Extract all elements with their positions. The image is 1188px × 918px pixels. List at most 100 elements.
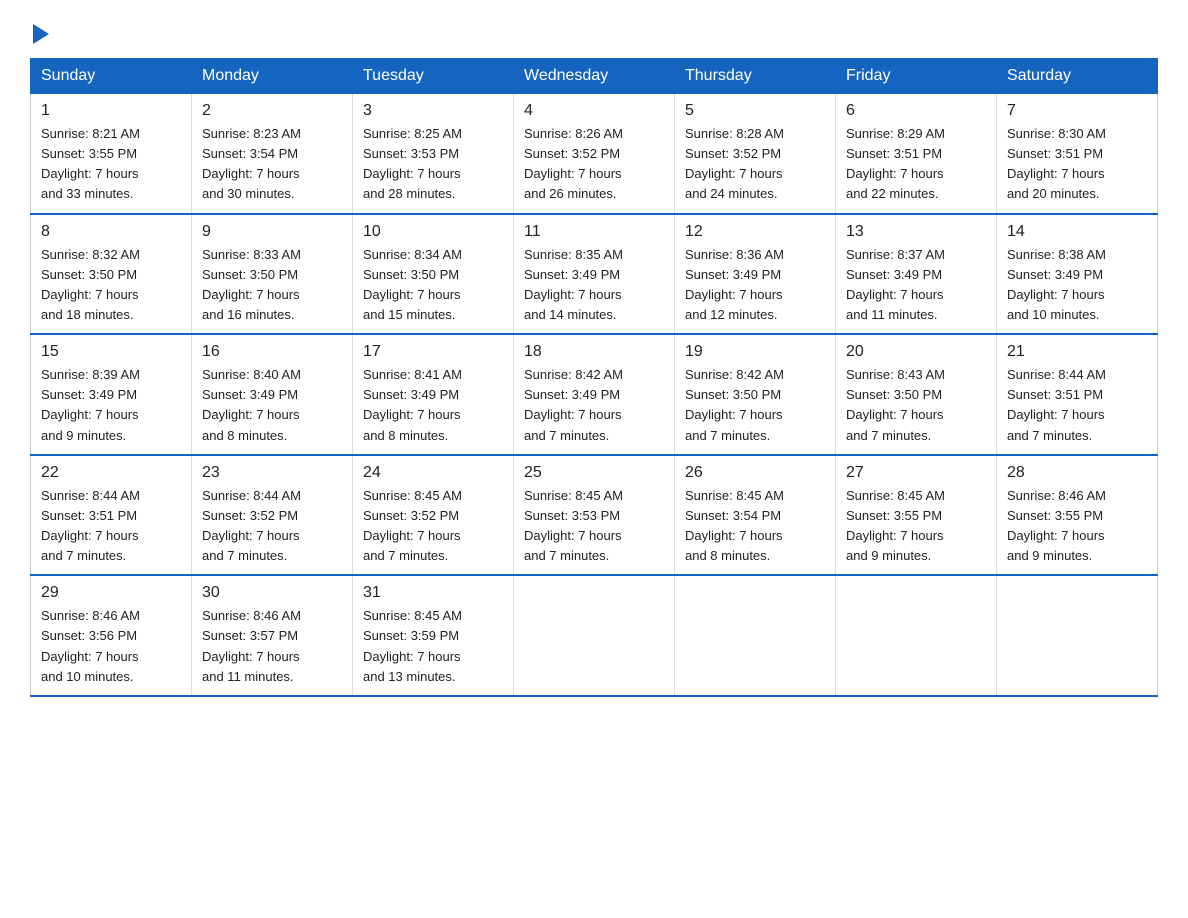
- calendar-table: SundayMondayTuesdayWednesdayThursdayFrid…: [30, 58, 1158, 697]
- day-cell: 6 Sunrise: 8:29 AMSunset: 3:51 PMDayligh…: [836, 94, 997, 214]
- day-cell: 17 Sunrise: 8:41 AMSunset: 3:49 PMDaylig…: [353, 334, 514, 455]
- day-number: 22: [41, 464, 181, 482]
- day-number: 6: [846, 102, 986, 120]
- day-number: 21: [1007, 343, 1147, 361]
- day-number: 16: [202, 343, 342, 361]
- day-cell: 9 Sunrise: 8:33 AMSunset: 3:50 PMDayligh…: [192, 214, 353, 335]
- day-number: 11: [524, 223, 664, 241]
- day-cell: 11 Sunrise: 8:35 AMSunset: 3:49 PMDaylig…: [514, 214, 675, 335]
- day-cell: 23 Sunrise: 8:44 AMSunset: 3:52 PMDaylig…: [192, 455, 353, 576]
- day-cell: 7 Sunrise: 8:30 AMSunset: 3:51 PMDayligh…: [997, 94, 1158, 214]
- day-info: Sunrise: 8:39 AMSunset: 3:49 PMDaylight:…: [41, 365, 181, 446]
- day-number: 26: [685, 464, 825, 482]
- day-info: Sunrise: 8:41 AMSunset: 3:49 PMDaylight:…: [363, 365, 503, 446]
- day-cell: 10 Sunrise: 8:34 AMSunset: 3:50 PMDaylig…: [353, 214, 514, 335]
- day-info: Sunrise: 8:45 AMSunset: 3:59 PMDaylight:…: [363, 606, 503, 687]
- day-number: 18: [524, 343, 664, 361]
- day-info: Sunrise: 8:29 AMSunset: 3:51 PMDaylight:…: [846, 124, 986, 205]
- day-cell: 30 Sunrise: 8:46 AMSunset: 3:57 PMDaylig…: [192, 575, 353, 696]
- day-cell: 31 Sunrise: 8:45 AMSunset: 3:59 PMDaylig…: [353, 575, 514, 696]
- day-info: Sunrise: 8:32 AMSunset: 3:50 PMDaylight:…: [41, 245, 181, 326]
- day-cell: 16 Sunrise: 8:40 AMSunset: 3:49 PMDaylig…: [192, 334, 353, 455]
- day-number: 4: [524, 102, 664, 120]
- day-cell: 18 Sunrise: 8:42 AMSunset: 3:49 PMDaylig…: [514, 334, 675, 455]
- day-header-thursday: Thursday: [675, 59, 836, 94]
- day-cell: 4 Sunrise: 8:26 AMSunset: 3:52 PMDayligh…: [514, 94, 675, 214]
- day-info: Sunrise: 8:35 AMSunset: 3:49 PMDaylight:…: [524, 245, 664, 326]
- day-number: 5: [685, 102, 825, 120]
- day-cell: 8 Sunrise: 8:32 AMSunset: 3:50 PMDayligh…: [31, 214, 192, 335]
- day-info: Sunrise: 8:46 AMSunset: 3:55 PMDaylight:…: [1007, 486, 1147, 567]
- day-info: Sunrise: 8:34 AMSunset: 3:50 PMDaylight:…: [363, 245, 503, 326]
- day-cell: 25 Sunrise: 8:45 AMSunset: 3:53 PMDaylig…: [514, 455, 675, 576]
- day-number: 20: [846, 343, 986, 361]
- day-info: Sunrise: 8:23 AMSunset: 3:54 PMDaylight:…: [202, 124, 342, 205]
- day-cell: [675, 575, 836, 696]
- day-header-row: SundayMondayTuesdayWednesdayThursdayFrid…: [31, 59, 1158, 94]
- week-row-3: 15 Sunrise: 8:39 AMSunset: 3:49 PMDaylig…: [31, 334, 1158, 455]
- day-info: Sunrise: 8:46 AMSunset: 3:56 PMDaylight:…: [41, 606, 181, 687]
- day-info: Sunrise: 8:30 AMSunset: 3:51 PMDaylight:…: [1007, 124, 1147, 205]
- day-info: Sunrise: 8:25 AMSunset: 3:53 PMDaylight:…: [363, 124, 503, 205]
- day-info: Sunrise: 8:28 AMSunset: 3:52 PMDaylight:…: [685, 124, 825, 205]
- day-number: 8: [41, 223, 181, 241]
- day-cell: 22 Sunrise: 8:44 AMSunset: 3:51 PMDaylig…: [31, 455, 192, 576]
- day-number: 13: [846, 223, 986, 241]
- day-number: 31: [363, 584, 503, 602]
- day-header-friday: Friday: [836, 59, 997, 94]
- day-number: 1: [41, 102, 181, 120]
- day-info: Sunrise: 8:44 AMSunset: 3:52 PMDaylight:…: [202, 486, 342, 567]
- day-info: Sunrise: 8:44 AMSunset: 3:51 PMDaylight:…: [41, 486, 181, 567]
- week-row-4: 22 Sunrise: 8:44 AMSunset: 3:51 PMDaylig…: [31, 455, 1158, 576]
- day-info: Sunrise: 8:43 AMSunset: 3:50 PMDaylight:…: [846, 365, 986, 446]
- day-number: 30: [202, 584, 342, 602]
- day-cell: 19 Sunrise: 8:42 AMSunset: 3:50 PMDaylig…: [675, 334, 836, 455]
- day-number: 12: [685, 223, 825, 241]
- day-number: 29: [41, 584, 181, 602]
- day-cell: [836, 575, 997, 696]
- day-number: 10: [363, 223, 503, 241]
- day-info: Sunrise: 8:40 AMSunset: 3:49 PMDaylight:…: [202, 365, 342, 446]
- day-cell: 2 Sunrise: 8:23 AMSunset: 3:54 PMDayligh…: [192, 94, 353, 214]
- logo-arrow-icon: [33, 24, 49, 44]
- day-cell: 27 Sunrise: 8:45 AMSunset: 3:55 PMDaylig…: [836, 455, 997, 576]
- day-cell: 15 Sunrise: 8:39 AMSunset: 3:49 PMDaylig…: [31, 334, 192, 455]
- day-header-wednesday: Wednesday: [514, 59, 675, 94]
- day-info: Sunrise: 8:44 AMSunset: 3:51 PMDaylight:…: [1007, 365, 1147, 446]
- day-number: 7: [1007, 102, 1147, 120]
- day-header-saturday: Saturday: [997, 59, 1158, 94]
- day-number: 28: [1007, 464, 1147, 482]
- day-cell: 28 Sunrise: 8:46 AMSunset: 3:55 PMDaylig…: [997, 455, 1158, 576]
- day-number: 23: [202, 464, 342, 482]
- day-info: Sunrise: 8:45 AMSunset: 3:55 PMDaylight:…: [846, 486, 986, 567]
- day-info: Sunrise: 8:45 AMSunset: 3:54 PMDaylight:…: [685, 486, 825, 567]
- day-number: 15: [41, 343, 181, 361]
- day-info: Sunrise: 8:46 AMSunset: 3:57 PMDaylight:…: [202, 606, 342, 687]
- day-info: Sunrise: 8:36 AMSunset: 3:49 PMDaylight:…: [685, 245, 825, 326]
- day-cell: 12 Sunrise: 8:36 AMSunset: 3:49 PMDaylig…: [675, 214, 836, 335]
- day-number: 14: [1007, 223, 1147, 241]
- day-number: 27: [846, 464, 986, 482]
- day-number: 25: [524, 464, 664, 482]
- day-cell: 24 Sunrise: 8:45 AMSunset: 3:52 PMDaylig…: [353, 455, 514, 576]
- day-number: 3: [363, 102, 503, 120]
- week-row-2: 8 Sunrise: 8:32 AMSunset: 3:50 PMDayligh…: [31, 214, 1158, 335]
- day-cell: 1 Sunrise: 8:21 AMSunset: 3:55 PMDayligh…: [31, 94, 192, 214]
- day-number: 24: [363, 464, 503, 482]
- day-cell: 5 Sunrise: 8:28 AMSunset: 3:52 PMDayligh…: [675, 94, 836, 214]
- day-info: Sunrise: 8:33 AMSunset: 3:50 PMDaylight:…: [202, 245, 342, 326]
- day-info: Sunrise: 8:42 AMSunset: 3:49 PMDaylight:…: [524, 365, 664, 446]
- day-cell: 14 Sunrise: 8:38 AMSunset: 3:49 PMDaylig…: [997, 214, 1158, 335]
- day-header-tuesday: Tuesday: [353, 59, 514, 94]
- day-info: Sunrise: 8:26 AMSunset: 3:52 PMDaylight:…: [524, 124, 664, 205]
- day-info: Sunrise: 8:38 AMSunset: 3:49 PMDaylight:…: [1007, 245, 1147, 326]
- week-row-5: 29 Sunrise: 8:46 AMSunset: 3:56 PMDaylig…: [31, 575, 1158, 696]
- day-header-sunday: Sunday: [31, 59, 192, 94]
- day-cell: 3 Sunrise: 8:25 AMSunset: 3:53 PMDayligh…: [353, 94, 514, 214]
- day-info: Sunrise: 8:42 AMSunset: 3:50 PMDaylight:…: [685, 365, 825, 446]
- day-cell: 13 Sunrise: 8:37 AMSunset: 3:49 PMDaylig…: [836, 214, 997, 335]
- page-header: [30, 20, 1158, 40]
- day-info: Sunrise: 8:37 AMSunset: 3:49 PMDaylight:…: [846, 245, 986, 326]
- day-header-monday: Monday: [192, 59, 353, 94]
- logo: [30, 20, 49, 40]
